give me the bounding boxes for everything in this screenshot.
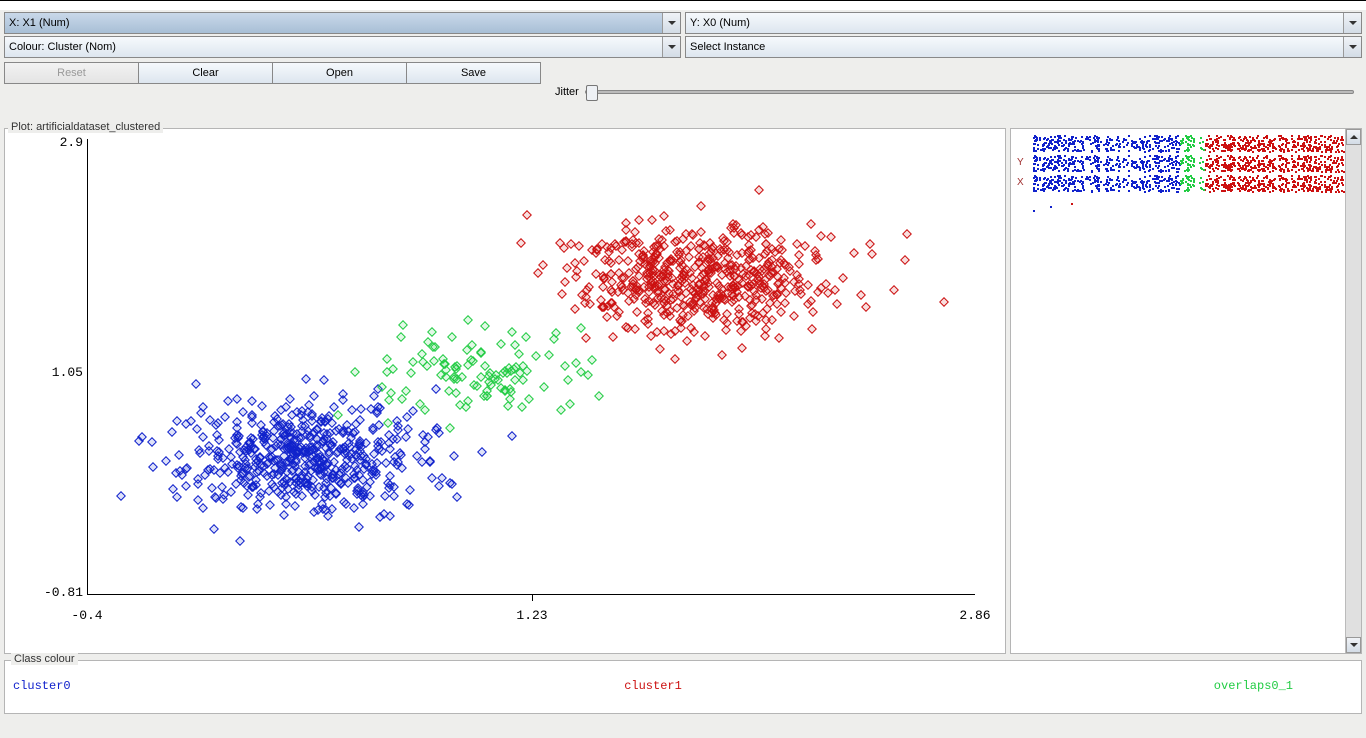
scatter-plot-panel: 2.9 1.05 -0.81 -0.4 1.23 2.86	[4, 128, 1006, 654]
attribute-strip[interactable]	[1033, 175, 1341, 193]
jitter-label: Jitter	[555, 86, 579, 98]
x-tick-mark	[532, 595, 533, 601]
legend-cluster1: cluster1	[440, 679, 867, 693]
scatter-plot-area[interactable]	[87, 139, 975, 595]
class-colour-title: Class colour	[11, 653, 78, 665]
chevron-down-icon	[1343, 13, 1361, 33]
x-tick: 2.86	[959, 608, 990, 623]
y-tick: 2.9	[23, 135, 83, 150]
legend-overlaps: overlaps0_1	[866, 679, 1353, 693]
save-button[interactable]: Save	[406, 62, 541, 84]
plot-title: Plot: artificialdataset_clustered	[8, 121, 163, 133]
clear-button[interactable]: Clear	[138, 62, 273, 84]
reset-button: Reset	[4, 62, 139, 84]
attribute-strip[interactable]	[1033, 155, 1341, 173]
y-tick: 1.05	[23, 365, 83, 380]
instance-select[interactable]: Select Instance	[685, 36, 1362, 58]
y-axis-select[interactable]: Y: X0 (Num)	[685, 12, 1362, 34]
x-tick: 1.23	[516, 608, 547, 623]
instance-label: Select Instance	[690, 41, 765, 53]
class-colour-panel: Class colour cluster0 cluster1 overlaps0…	[4, 660, 1362, 714]
slider-thumb-icon[interactable]	[586, 85, 598, 101]
strip-label-x: X	[1017, 177, 1024, 188]
chevron-down-icon	[662, 37, 680, 57]
y-tick: -0.81	[23, 585, 83, 600]
attribute-strip[interactable]	[1033, 195, 1341, 213]
jitter-slider[interactable]	[585, 90, 1354, 94]
scroll-up-icon[interactable]	[1346, 129, 1361, 145]
x-axis-label: X: X1 (Num)	[9, 17, 70, 29]
strip-label-y: Y	[1017, 157, 1024, 168]
y-axis-label: Y: X0 (Num)	[690, 17, 750, 29]
side-scrollbar[interactable]	[1345, 129, 1361, 653]
scroll-down-icon[interactable]	[1346, 637, 1361, 653]
legend-cluster0: cluster0	[13, 679, 440, 693]
open-button[interactable]: Open	[272, 62, 407, 84]
chevron-down-icon	[662, 13, 680, 33]
colour-label: Colour: Cluster (Nom)	[9, 41, 116, 53]
attribute-strip[interactable]	[1033, 135, 1341, 153]
x-tick: -0.4	[71, 608, 102, 623]
colour-select[interactable]: Colour: Cluster (Nom)	[4, 36, 681, 58]
x-axis-select[interactable]: X: X1 (Num)	[4, 12, 681, 34]
chevron-down-icon	[1343, 37, 1361, 57]
attribute-strips-panel: Y X	[1010, 128, 1362, 654]
